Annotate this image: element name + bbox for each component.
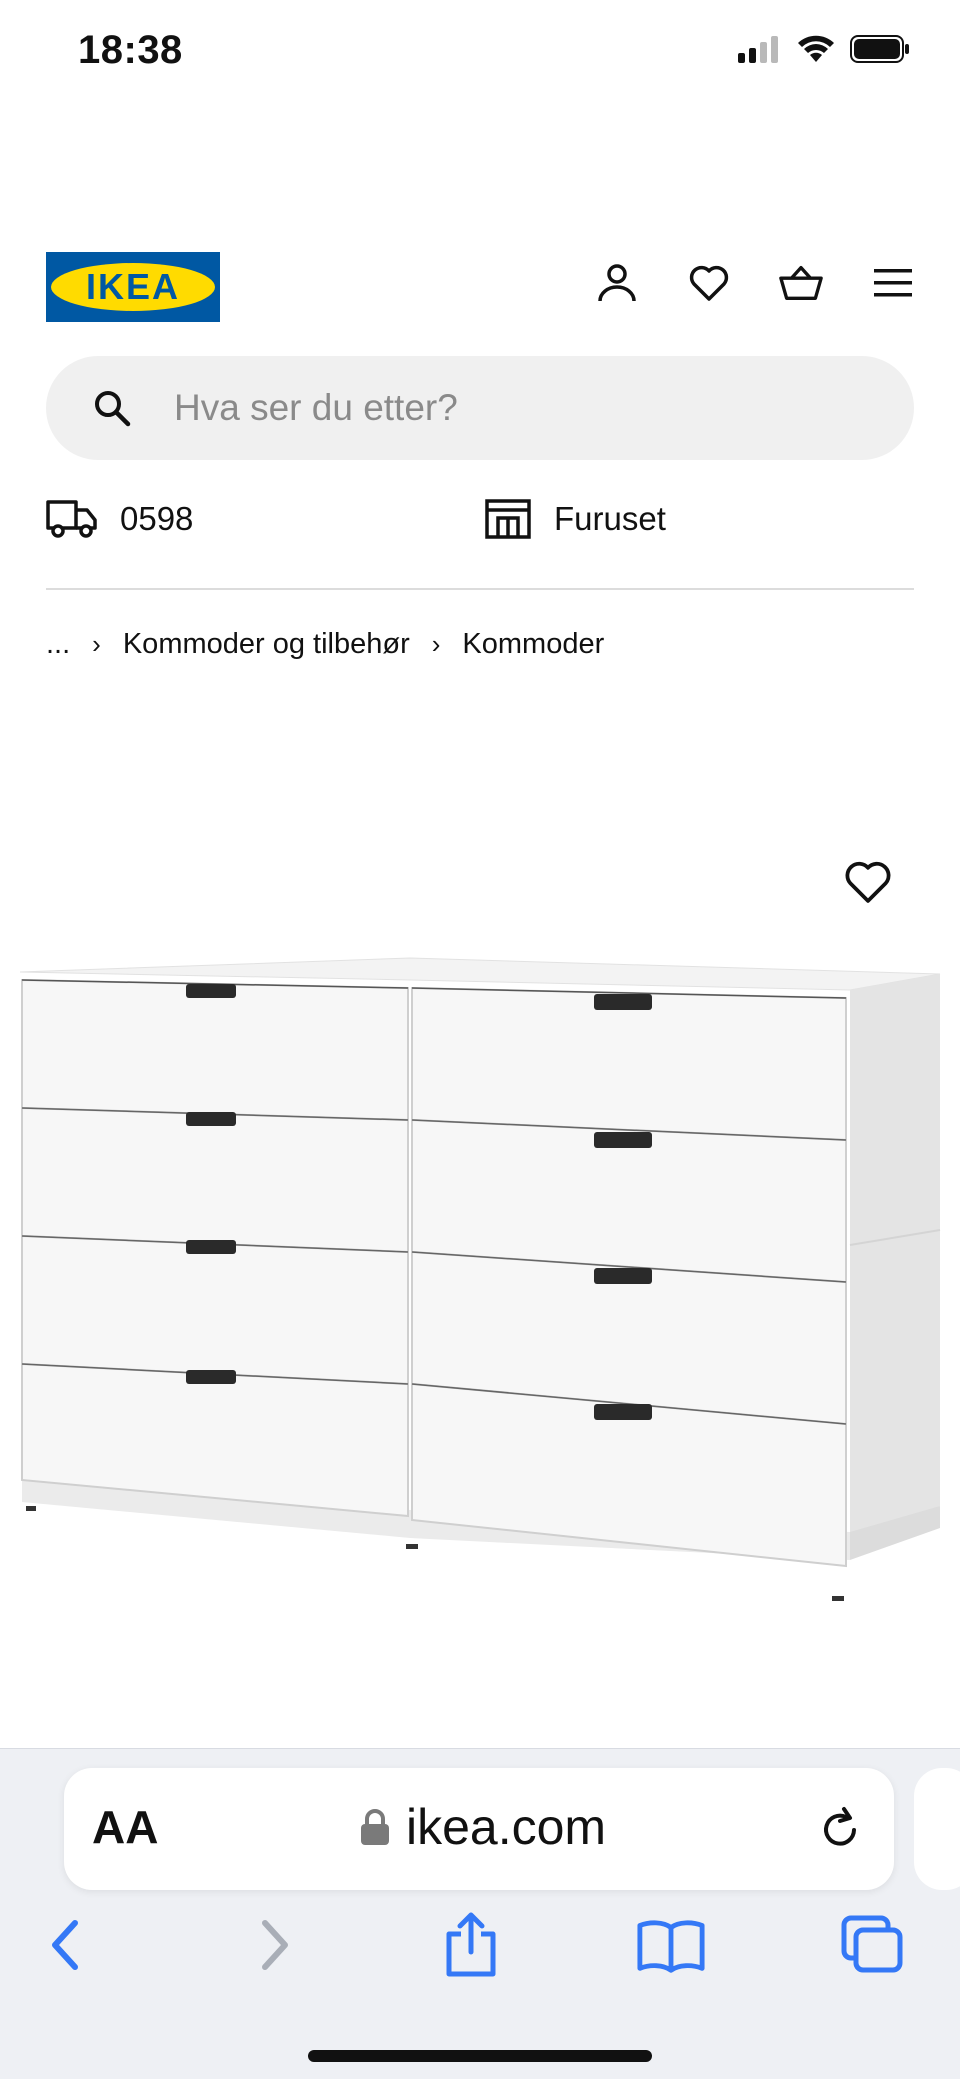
search-bar[interactable]: Hva ser du etter? [46,356,914,460]
truck-icon [46,500,97,538]
browser-nav-row [0,1910,960,1990]
add-to-favourites-button[interactable] [842,856,894,908]
location-row: 0598 Furuset [46,498,914,550]
reload-icon [824,1807,856,1846]
forward-button[interactable] [240,1910,310,1980]
tabs-icon [841,1915,903,1973]
user-icon [598,264,636,302]
menu-icon [874,269,912,297]
url-field[interactable]: ikea.com [360,1798,606,1856]
heart-icon [845,861,891,903]
product-image[interactable] [0,940,960,1620]
page-settings-button[interactable]: AA [92,1800,158,1854]
search-input[interactable]: Hva ser du etter? [174,387,458,429]
basket-button[interactable] [778,260,824,306]
favourites-button[interactable] [686,260,732,306]
share-button[interactable] [436,1910,506,1980]
header-actions [594,260,916,306]
chevron-right-icon [262,1920,288,1970]
battery-icon [850,35,909,63]
profile-button[interactable] [594,260,640,306]
next-tab-peek[interactable] [914,1768,960,1890]
home-indicator [308,2050,652,2062]
heart-icon [689,265,729,301]
postal-code: 0598 [120,500,194,537]
wifi-icon [798,35,834,62]
basket-icon [779,265,823,301]
logo-text: IKEA [86,266,180,307]
store-icon [485,499,531,539]
tabs-button[interactable] [838,1910,908,1980]
breadcrumb: ... › Kommoder og tilbehør › Kommoder [46,628,604,661]
breadcrumb-item-chests[interactable]: Kommoder [462,628,604,661]
book-icon [637,1920,705,1973]
divider [46,588,914,590]
status-time: 18:38 [78,28,183,72]
delivery-postcode-button[interactable]: 0598 [46,498,193,540]
back-button[interactable] [30,1910,100,1980]
url-text: ikea.com [406,1799,607,1855]
status-icons [738,34,910,64]
chevron-right-icon: › [92,629,101,659]
chevron-right-icon: › [431,629,441,659]
bookmarks-button[interactable] [636,1910,706,1980]
chevron-left-icon [52,1920,78,1970]
cellular-signal-icon [738,36,778,63]
breadcrumb-item-chests-and-accessories[interactable]: Kommoder og tilbehør [123,628,410,661]
lock-icon [361,1809,389,1845]
reload-button[interactable] [816,1806,864,1854]
breadcrumb-ellipsis[interactable]: ... [46,628,70,661]
share-icon [446,1912,496,1977]
search-icon [90,386,134,430]
menu-button[interactable] [870,260,916,306]
store-name: Furuset [554,500,666,537]
ikea-logo[interactable]: IKEA [46,252,220,322]
store-selector-button[interactable]: Furuset [484,498,666,540]
